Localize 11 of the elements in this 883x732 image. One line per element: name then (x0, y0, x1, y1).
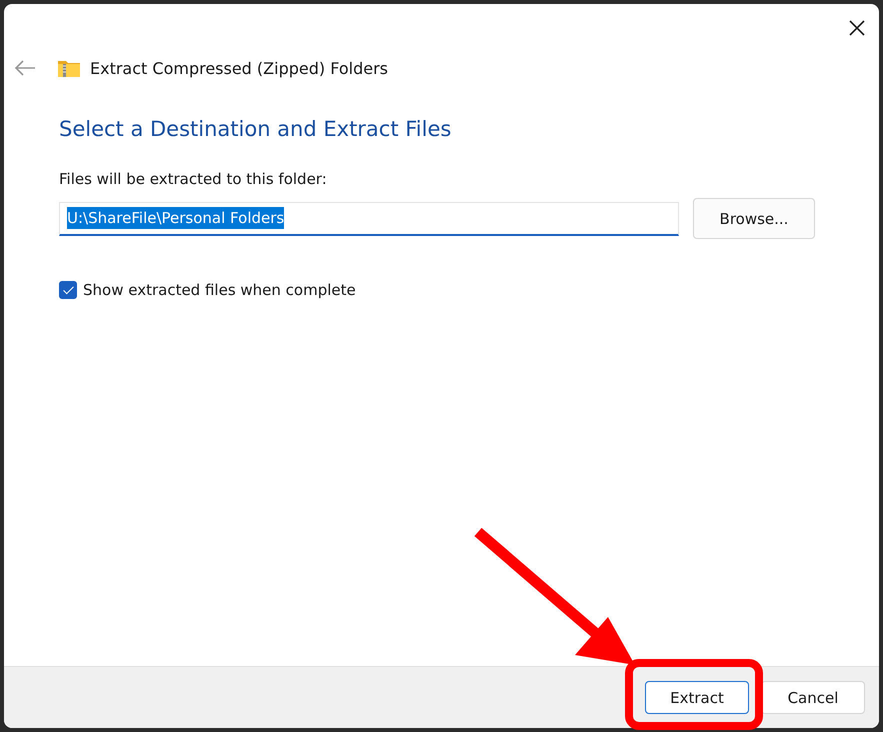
destination-field[interactable]: U:\ShareFile\Personal Folders (59, 202, 679, 236)
extract-button[interactable]: Extract (645, 681, 749, 714)
zip-folder-icon (58, 59, 80, 77)
window-title: Extract Compressed (Zipped) Folders (90, 58, 388, 78)
cancel-button[interactable]: Cancel (761, 681, 865, 714)
field-label: Files will be extracted to this folder: (59, 170, 327, 188)
dialog-heading: Select a Destination and Extract Files (59, 116, 452, 143)
checkbox-label: Show extracted files when complete (83, 281, 356, 299)
browse-button[interactable]: Browse... (693, 198, 815, 239)
checkbox[interactable] (59, 281, 77, 299)
back-arrow-icon[interactable] (14, 60, 36, 76)
